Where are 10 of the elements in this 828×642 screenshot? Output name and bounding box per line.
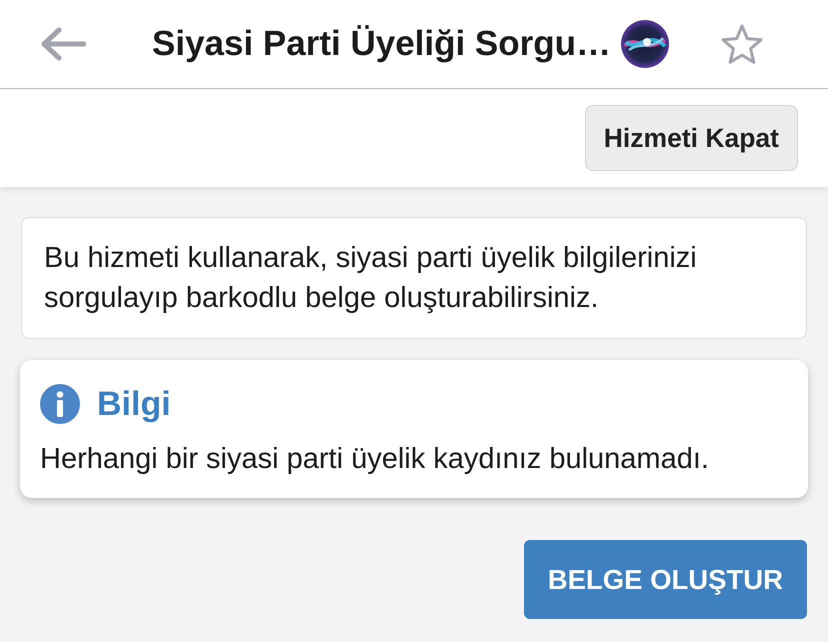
page-title: Siyasi Parti Üyeliği Sorgu… xyxy=(152,24,612,64)
create-document-button[interactable]: BELGE OLUŞTUR xyxy=(524,540,807,619)
description-text: Bu hizmeti kullanarak, siyasi parti üyelik bilgilerinizi sorgulayıp barkodlu belge oluşturabilirsiniz. xyxy=(21,217,807,339)
back-arrow-icon[interactable] xyxy=(40,27,86,61)
orb-icon[interactable] xyxy=(621,20,670,68)
close-service-button[interactable]: Hizmeti Kapat xyxy=(584,105,798,171)
info-title: Bilgi xyxy=(97,384,171,424)
star-icon[interactable] xyxy=(720,23,764,65)
info-icon xyxy=(40,384,80,424)
info-message: Herhangi bir siyasi parti üyelik kaydınız bulunamadı. xyxy=(40,442,710,476)
